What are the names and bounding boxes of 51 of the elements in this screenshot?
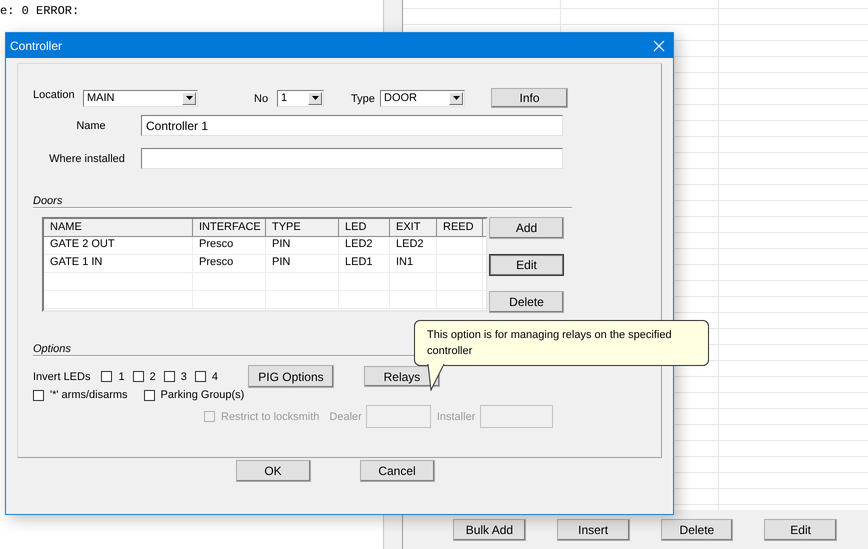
checkbox-label: '*' arms/disarms	[50, 389, 128, 401]
toolbar-button[interactable]: Bulk Add	[453, 518, 526, 540]
table-cell: PIN	[266, 237, 339, 254]
column-header[interactable]: EXIT	[390, 219, 437, 237]
table-cell: IN1	[390, 255, 437, 272]
column-header[interactable]: REED	[437, 219, 483, 237]
section-label: Doors	[33, 195, 62, 208]
checkbox-label: 3	[180, 370, 187, 382]
column-header[interactable]: TYPE	[266, 219, 339, 237]
toolbar-button[interactable]: Delete	[660, 518, 734, 540]
checkbox-label: Restrict to locksmith	[221, 410, 320, 422]
checkbox-label: 2	[150, 370, 156, 382]
name-field[interactable]: Controller 1	[141, 115, 563, 136]
field-label: Type	[351, 93, 376, 105]
column-header[interactable]: NAME	[44, 219, 193, 237]
toolbar-button[interactable]: Insert	[556, 518, 630, 540]
location-dropdown[interactable]: MAIN	[83, 90, 198, 106]
table-button[interactable]: Delete	[489, 291, 564, 313]
table-cell: PIN	[266, 255, 339, 272]
field-label: Dealer	[329, 410, 362, 422]
table-cell: GATE 2 OUT	[44, 237, 193, 254]
table-cell: Presco	[193, 255, 266, 272]
field-label: Name	[76, 120, 106, 132]
field-label: Where installed	[49, 152, 125, 164]
table-cell: LED1	[339, 255, 390, 272]
field-label: No	[254, 93, 270, 105]
window-title: Controller	[10, 38, 62, 52]
field-label: Installer	[436, 410, 476, 422]
table-button[interactable]: Add	[489, 217, 564, 239]
table-cell: GATE 1 IN	[44, 255, 193, 272]
field-label: Location	[33, 89, 76, 101]
type-dropdown[interactable]: DOOR	[380, 90, 465, 106]
checkbox-label: 1	[118, 370, 125, 382]
table-cell: Presco	[193, 237, 266, 254]
checkbox-label: 4	[212, 370, 218, 382]
info-button[interactable]: Info	[491, 88, 568, 108]
section-label: Options	[33, 343, 71, 356]
dialog-button[interactable]: Cancel	[360, 460, 434, 482]
pig-options-button[interactable]: PIG Options	[248, 365, 334, 388]
checkbox-label: Parking Group(s)	[160, 389, 244, 401]
toolbar-button[interactable]: Edit	[764, 518, 837, 540]
option-label: Invert LEDs	[33, 370, 90, 382]
log-line: e: 0 ERROR:	[0, 4, 80, 18]
column-header[interactable]: LED	[339, 219, 390, 237]
tooltip: This option is for managing relays on the specified controller	[414, 320, 709, 366]
table-cell: LED2	[390, 237, 437, 254]
table-button[interactable]: Edit	[489, 254, 564, 276]
dialog-button[interactable]: OK	[236, 460, 310, 482]
column-header[interactable]: INTERFACE	[193, 219, 266, 237]
number-dropdown[interactable]: 1	[277, 90, 324, 106]
table-cell: LED2	[339, 237, 390, 254]
